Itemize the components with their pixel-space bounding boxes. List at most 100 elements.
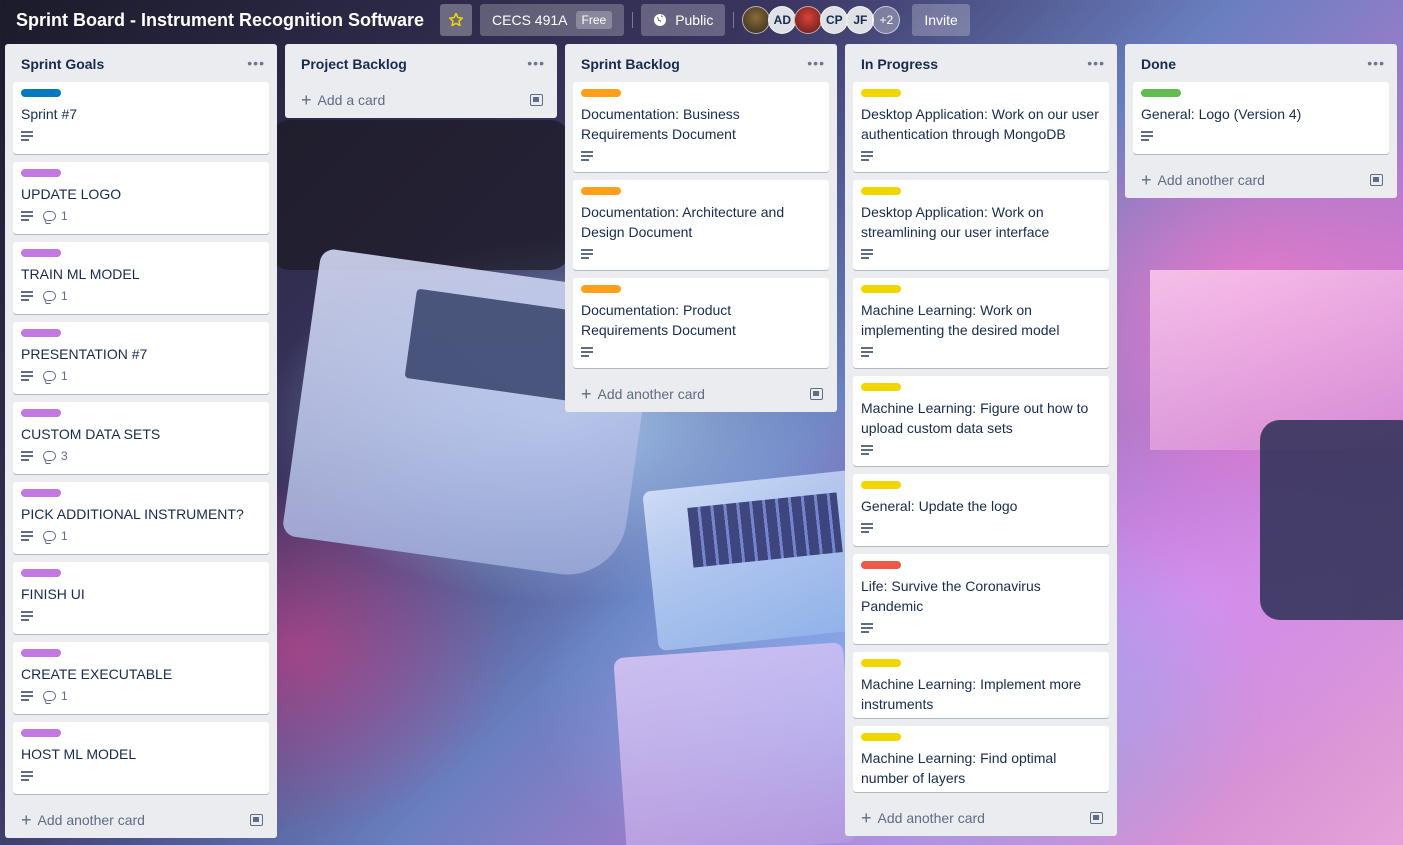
avatar[interactable]: AD: [768, 6, 797, 34]
card[interactable]: Documentation: Business Requirements Doc…: [573, 82, 829, 172]
card-label[interactable]: [1141, 89, 1181, 97]
list-in-progress: In Progress ••• Desktop Application: Wor…: [845, 44, 1117, 836]
card-label[interactable]: [21, 249, 61, 257]
card-label[interactable]: [581, 285, 621, 293]
card[interactable]: HOST ML MODEL: [13, 722, 269, 794]
background-keys: [687, 492, 843, 568]
card-template-icon[interactable]: [1090, 812, 1103, 824]
card[interactable]: General: Logo (Version 4): [1133, 82, 1389, 154]
avatar[interactable]: [794, 6, 823, 34]
list-sprint-backlog: Sprint Backlog ••• Documentation: Busine…: [565, 44, 837, 412]
card-label[interactable]: [21, 569, 61, 577]
invite-button[interactable]: Invite: [912, 4, 970, 36]
card-label[interactable]: [21, 169, 61, 177]
card[interactable]: Machine Learning: Implement more instrum…: [853, 652, 1109, 718]
card-label[interactable]: [21, 329, 61, 337]
card-title: Documentation: Product Requirements Docu…: [581, 302, 736, 338]
card[interactable]: CUSTOM DATA SETS 3: [13, 402, 269, 474]
card-label[interactable]: [861, 481, 901, 489]
card-template-icon[interactable]: [1370, 174, 1383, 186]
list-title[interactable]: Sprint Backlog: [581, 54, 680, 72]
list-menu-icon[interactable]: •••: [807, 55, 825, 71]
add-card-button[interactable]: + Add another card: [853, 800, 1109, 836]
add-card-button[interactable]: + Add another card: [1133, 162, 1389, 198]
list-menu-icon[interactable]: •••: [1087, 55, 1105, 71]
card-label[interactable]: [861, 383, 901, 391]
card-list: Documentation: Business Requirements Doc…: [573, 82, 829, 368]
card[interactable]: Documentation: Product Requirements Docu…: [573, 278, 829, 368]
description-icon: [21, 451, 33, 461]
card[interactable]: Desktop Application: Work on our user au…: [853, 82, 1109, 172]
avatar[interactable]: [742, 6, 771, 34]
list-header: Sprint Goals •••: [13, 44, 269, 82]
list-title[interactable]: Done: [1141, 54, 1176, 72]
card[interactable]: UPDATE LOGO 1: [13, 162, 269, 234]
workspace-button[interactable]: CECS 491A Free: [480, 4, 625, 36]
list-menu-icon[interactable]: •••: [247, 55, 265, 71]
card[interactable]: Life: Survive the Coronavirus Pandemic: [853, 554, 1109, 644]
card[interactable]: TRAIN ML MODEL 1: [13, 242, 269, 314]
card[interactable]: PICK ADDITIONAL INSTRUMENT? 1: [13, 482, 269, 554]
plus-icon: +: [21, 810, 32, 830]
list-menu-icon[interactable]: •••: [1367, 55, 1385, 71]
list-title[interactable]: In Progress: [861, 54, 938, 72]
list-title[interactable]: Project Backlog: [301, 54, 407, 72]
card-title: Machine Learning: Implement more instrum…: [861, 676, 1082, 712]
card[interactable]: Machine Learning: Work on implementing t…: [853, 278, 1109, 368]
add-card-composer: + Add another card: [581, 385, 705, 403]
plus-icon: +: [861, 808, 872, 828]
star-button[interactable]: [440, 4, 473, 36]
card-label[interactable]: [21, 649, 61, 657]
card[interactable]: Sprint #7: [13, 82, 269, 154]
card[interactable]: Desktop Application: Work on streamlinin…: [853, 180, 1109, 270]
board-title[interactable]: Sprint Board - Instrument Recognition So…: [8, 10, 432, 31]
card-label[interactable]: [861, 561, 901, 569]
card[interactable]: Machine Learning: Find optimal number of…: [853, 726, 1109, 792]
card-label[interactable]: [581, 89, 621, 97]
card-label[interactable]: [861, 187, 901, 195]
card-list: Desktop Application: Work on our user au…: [853, 82, 1109, 792]
comment-icon: [43, 371, 56, 381]
card-label[interactable]: [861, 89, 901, 97]
avatar[interactable]: CP: [820, 6, 849, 34]
card[interactable]: Machine Learning: Figure out how to uplo…: [853, 376, 1109, 466]
card-label[interactable]: [861, 659, 901, 667]
card-template-icon[interactable]: [810, 388, 823, 400]
add-card-button[interactable]: + Add a card: [293, 82, 549, 118]
card-template-icon[interactable]: [530, 94, 543, 106]
visibility-button[interactable]: Public: [641, 4, 726, 36]
card[interactable]: Documentation: Architecture and Design D…: [573, 180, 829, 270]
card-label[interactable]: [861, 733, 901, 741]
card-label[interactable]: [21, 729, 61, 737]
description-icon: [581, 151, 593, 161]
description-icon: [581, 347, 593, 357]
card-label[interactable]: [21, 409, 61, 417]
card[interactable]: PRESENTATION #7 1: [13, 322, 269, 394]
card-title: Desktop Application: Work on our user au…: [861, 106, 1099, 142]
list-header: Done •••: [1133, 44, 1389, 82]
add-card-button[interactable]: + Add another card: [13, 802, 269, 838]
comment-count: 1: [61, 689, 68, 703]
card-label[interactable]: [581, 187, 621, 195]
background-cartridge: [613, 642, 857, 845]
list-title[interactable]: Sprint Goals: [21, 54, 104, 72]
background-gameboy-screen: [404, 288, 586, 402]
comment-icon: [43, 691, 56, 701]
card-title: Machine Learning: Find optimal number of…: [861, 750, 1057, 786]
list-menu-icon[interactable]: •••: [527, 55, 545, 71]
card-badges: 1: [21, 684, 261, 708]
star-icon: [448, 12, 464, 27]
card-badges: [581, 340, 821, 364]
card-label[interactable]: [21, 89, 61, 97]
card-label[interactable]: [861, 285, 901, 293]
card-label[interactable]: [21, 489, 61, 497]
add-card-button[interactable]: + Add another card: [573, 376, 829, 412]
card[interactable]: FINISH UI: [13, 562, 269, 634]
more-members-avatar[interactable]: +2: [872, 6, 901, 34]
card-title: Desktop Application: Work on streamlinin…: [861, 204, 1050, 240]
description-icon: [1141, 131, 1153, 141]
card-template-icon[interactable]: [250, 814, 263, 826]
card[interactable]: CREATE EXECUTABLE 1: [13, 642, 269, 714]
avatar[interactable]: JF: [846, 6, 875, 34]
card[interactable]: General: Update the logo: [853, 474, 1109, 546]
